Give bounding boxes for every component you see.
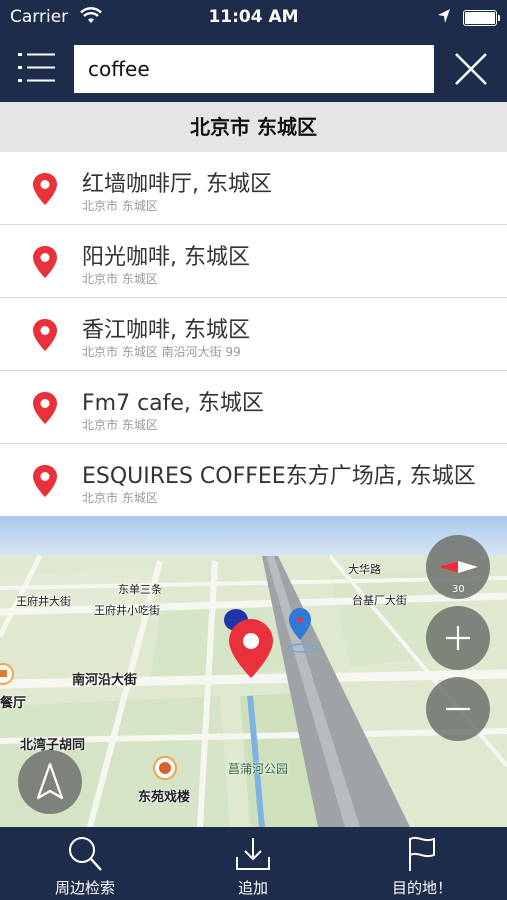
map-label: 餐厅 bbox=[0, 696, 27, 711]
map-label: 王府井大街 bbox=[16, 595, 71, 608]
map-label: 大华路 bbox=[348, 563, 381, 576]
zoom-out-button[interactable] bbox=[426, 677, 490, 741]
result-address: 北京市 东城区 bbox=[82, 418, 158, 432]
close-icon bbox=[455, 53, 487, 85]
plus-icon bbox=[446, 626, 470, 650]
destination-button[interactable]: 目的地！ bbox=[357, 827, 487, 900]
map-label: 东单三条 bbox=[118, 583, 162, 596]
location-arrow-icon bbox=[437, 8, 451, 29]
map-label: 菖蒲河公园 bbox=[228, 762, 289, 776]
result-address: 北京市 东城区 南沿河大街 99 bbox=[82, 345, 241, 359]
result-title: 香江咖啡, 东城区 bbox=[82, 318, 250, 343]
result-title: 红墙咖啡厅, 东城区 bbox=[82, 172, 272, 197]
list-item[interactable]: Fm7 cafe, 东城区 北京市 东城区 bbox=[0, 371, 507, 444]
result-address: 北京市 东城区 bbox=[82, 491, 158, 505]
result-title: Fm7 cafe, 东城区 bbox=[82, 391, 264, 416]
download-icon bbox=[236, 838, 270, 870]
bottom-toolbar: 周边检索 追加 目的地！ bbox=[0, 827, 507, 900]
search-icon bbox=[69, 837, 102, 871]
navigation-arrow-icon bbox=[36, 762, 64, 800]
map-view[interactable]: 东单三条 王府井大街 王府井小吃街 大华路 台基厂大街 南河沿大街 餐厅 北湾子… bbox=[0, 516, 507, 827]
add-button[interactable]: 追加 bbox=[188, 827, 318, 900]
locate-me-button[interactable] bbox=[18, 750, 82, 814]
location-pin-icon bbox=[33, 392, 57, 424]
list-item[interactable]: 香江咖啡, 东城区 北京市 东城区 南沿河大街 99 bbox=[0, 298, 507, 371]
minus-icon bbox=[446, 707, 470, 711]
close-button[interactable] bbox=[452, 51, 490, 87]
nearby-search-label: 周边检索 bbox=[54, 879, 115, 897]
result-address: 北京市 东城区 bbox=[82, 272, 158, 286]
location-pin-icon bbox=[33, 173, 57, 205]
list-item[interactable]: ESQUIRES COFFEE东方广场店, 东城区 北京市 东城区 bbox=[0, 444, 507, 516]
result-title: ESQUIRES COFFEE东方广场店, 东城区 bbox=[82, 464, 476, 489]
zoom-in-button[interactable] bbox=[426, 606, 490, 670]
clock: 11:04 AM bbox=[208, 7, 299, 27]
map-label: 王府井小吃街 bbox=[94, 604, 160, 617]
destination-label: 目的地！ bbox=[391, 879, 452, 897]
list-item[interactable]: 红墙咖啡厅, 东城区 北京市 东城区 bbox=[0, 152, 507, 225]
region-header: 北京市 东城区 bbox=[0, 102, 507, 152]
compass-heading: 30 bbox=[452, 584, 465, 595]
search-input[interactable] bbox=[74, 45, 434, 93]
list-item[interactable]: 阳光咖啡, 东城区 北京市 东城区 bbox=[0, 225, 507, 298]
menu-button[interactable] bbox=[18, 50, 58, 86]
flag-icon bbox=[409, 836, 435, 871]
map-label: 台基厂大街 bbox=[352, 594, 407, 607]
result-title: 阳光咖啡, 东城区 bbox=[82, 245, 250, 270]
battery-icon bbox=[463, 10, 500, 26]
list-menu-icon bbox=[18, 53, 55, 82]
add-label: 追加 bbox=[237, 879, 268, 897]
map-label: 南河沿大街 bbox=[72, 673, 138, 688]
location-pin-icon bbox=[33, 246, 57, 278]
location-pin-icon bbox=[33, 319, 57, 351]
nearby-search-button[interactable]: 周边检索 bbox=[20, 827, 150, 900]
results-list: 红墙咖啡厅, 东城区 北京市 东城区 阳光咖啡, 东城区 北京市 东城区 香江咖… bbox=[0, 152, 507, 516]
result-address: 北京市 东城区 bbox=[82, 199, 158, 213]
status-bar: Carrier 11:04 AM bbox=[0, 0, 507, 36]
map-label: 东苑戏楼 bbox=[138, 790, 191, 805]
location-pin-icon bbox=[33, 465, 57, 497]
search-bar bbox=[0, 36, 507, 102]
